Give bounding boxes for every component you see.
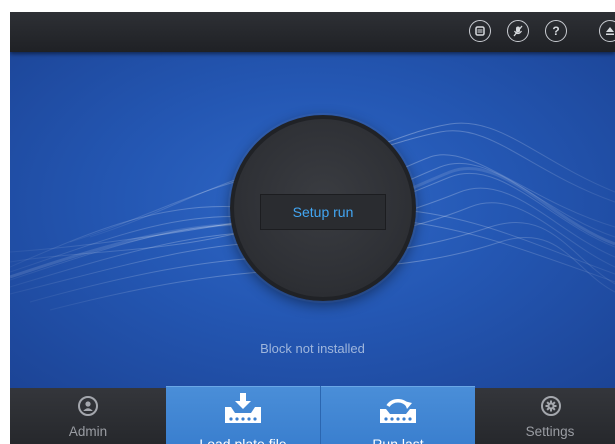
- settings-label: Settings: [525, 424, 575, 439]
- gear-icon: [541, 396, 561, 416]
- admin-button[interactable]: Admin: [28, 388, 148, 444]
- load-plate-file-button[interactable]: Load plate file: [166, 386, 320, 444]
- run-last-icon: [380, 399, 416, 423]
- top-status-bar: ?: [10, 12, 615, 52]
- admin-label: Admin: [68, 424, 108, 439]
- instrument-screen: ? Setup run Block not installed Admin Lo…: [10, 12, 615, 444]
- run-last-button[interactable]: Run last: [321, 386, 475, 444]
- bottom-nav-bar: Admin Load plate file Run last Settings: [10, 386, 615, 444]
- settings-button[interactable]: Settings: [490, 388, 610, 444]
- mic-muted-icon[interactable]: [507, 20, 529, 42]
- load-plate-icon: [225, 393, 261, 423]
- block-status-text: Block not installed: [260, 341, 365, 356]
- stop-icon[interactable]: [469, 20, 491, 42]
- help-glyph: ?: [552, 24, 560, 38]
- setup-run-button[interactable]: Setup run: [260, 194, 386, 230]
- user-icon: [78, 396, 98, 416]
- load-plate-label: Load plate file: [199, 436, 287, 444]
- help-icon[interactable]: ?: [545, 20, 567, 42]
- run-last-label: Run last: [372, 436, 424, 444]
- eject-icon[interactable]: [599, 20, 615, 42]
- main-panel: Setup run Block not installed: [10, 52, 615, 388]
